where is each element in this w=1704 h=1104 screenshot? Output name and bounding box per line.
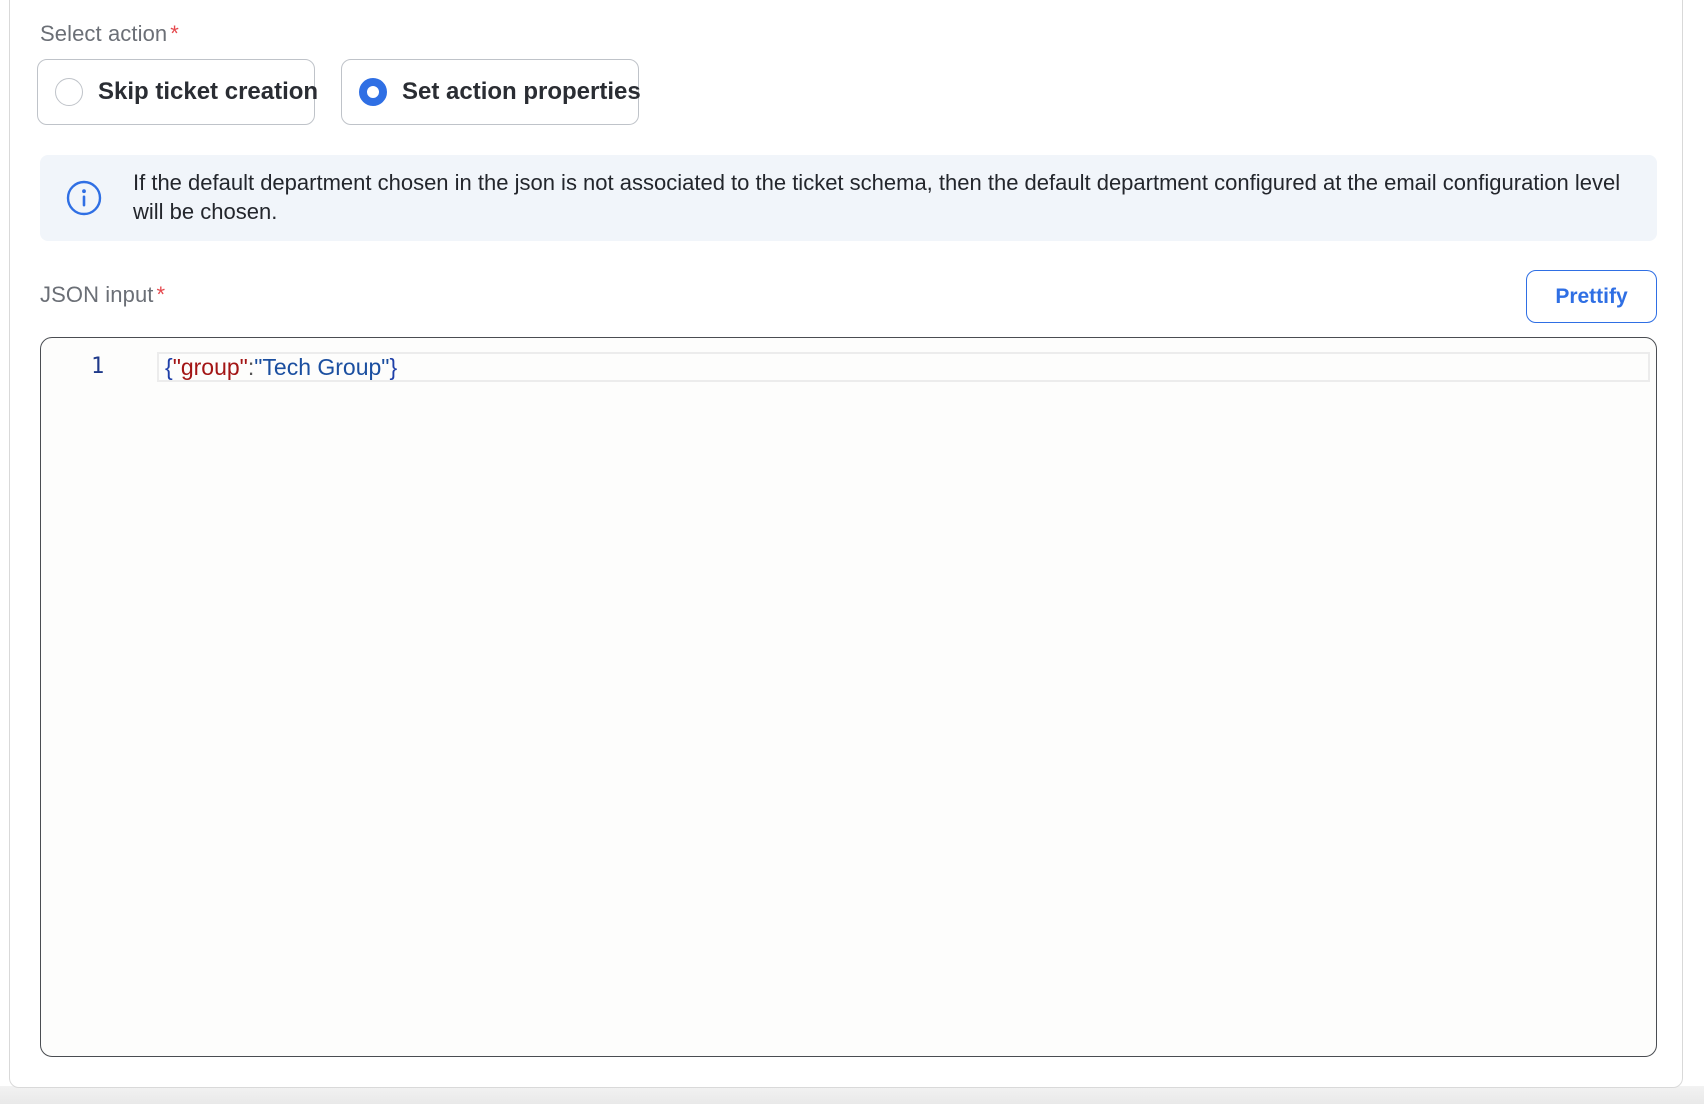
json-close-brace: } <box>389 354 398 380</box>
json-input-label-text: JSON input <box>40 282 154 307</box>
radio-unchecked-icon <box>55 78 83 106</box>
json-string-value: "Tech Group" <box>254 354 390 380</box>
radio-set-action-properties[interactable]: Set action properties <box>341 59 641 125</box>
page-bottom-shadow <box>0 1086 1704 1104</box>
line-number: 1 <box>91 354 105 379</box>
info-icon <box>66 180 102 216</box>
json-open-brace: { <box>165 354 173 380</box>
radio-label-skip-ticket-creation: Skip ticket creation <box>98 78 319 105</box>
required-marker: * <box>170 21 179 46</box>
json-editor[interactable]: 1 {"group":"Tech Group"} <box>40 337 1657 1057</box>
prettify-button[interactable]: Prettify <box>1526 270 1657 323</box>
info-banner: If the default department chosen in the … <box>40 155 1657 241</box>
radio-checked-icon <box>359 78 387 106</box>
code-line[interactable]: {"group":"Tech Group"} <box>165 354 397 381</box>
json-input-label: JSON input * <box>40 282 165 308</box>
required-marker: * <box>156 282 166 307</box>
radio-label-set-action-properties: Set action properties <box>402 78 641 105</box>
action-settings-panel: Select action * Skip ticket creation Set … <box>9 0 1683 1088</box>
radio-skip-ticket-creation[interactable]: Skip ticket creation <box>37 59 319 125</box>
json-key: "group" <box>172 354 248 380</box>
info-banner-text: If the default department chosen in the … <box>133 170 1621 224</box>
select-action-label-text: Select action <box>40 21 168 46</box>
select-action-label: Select action * <box>40 21 179 47</box>
